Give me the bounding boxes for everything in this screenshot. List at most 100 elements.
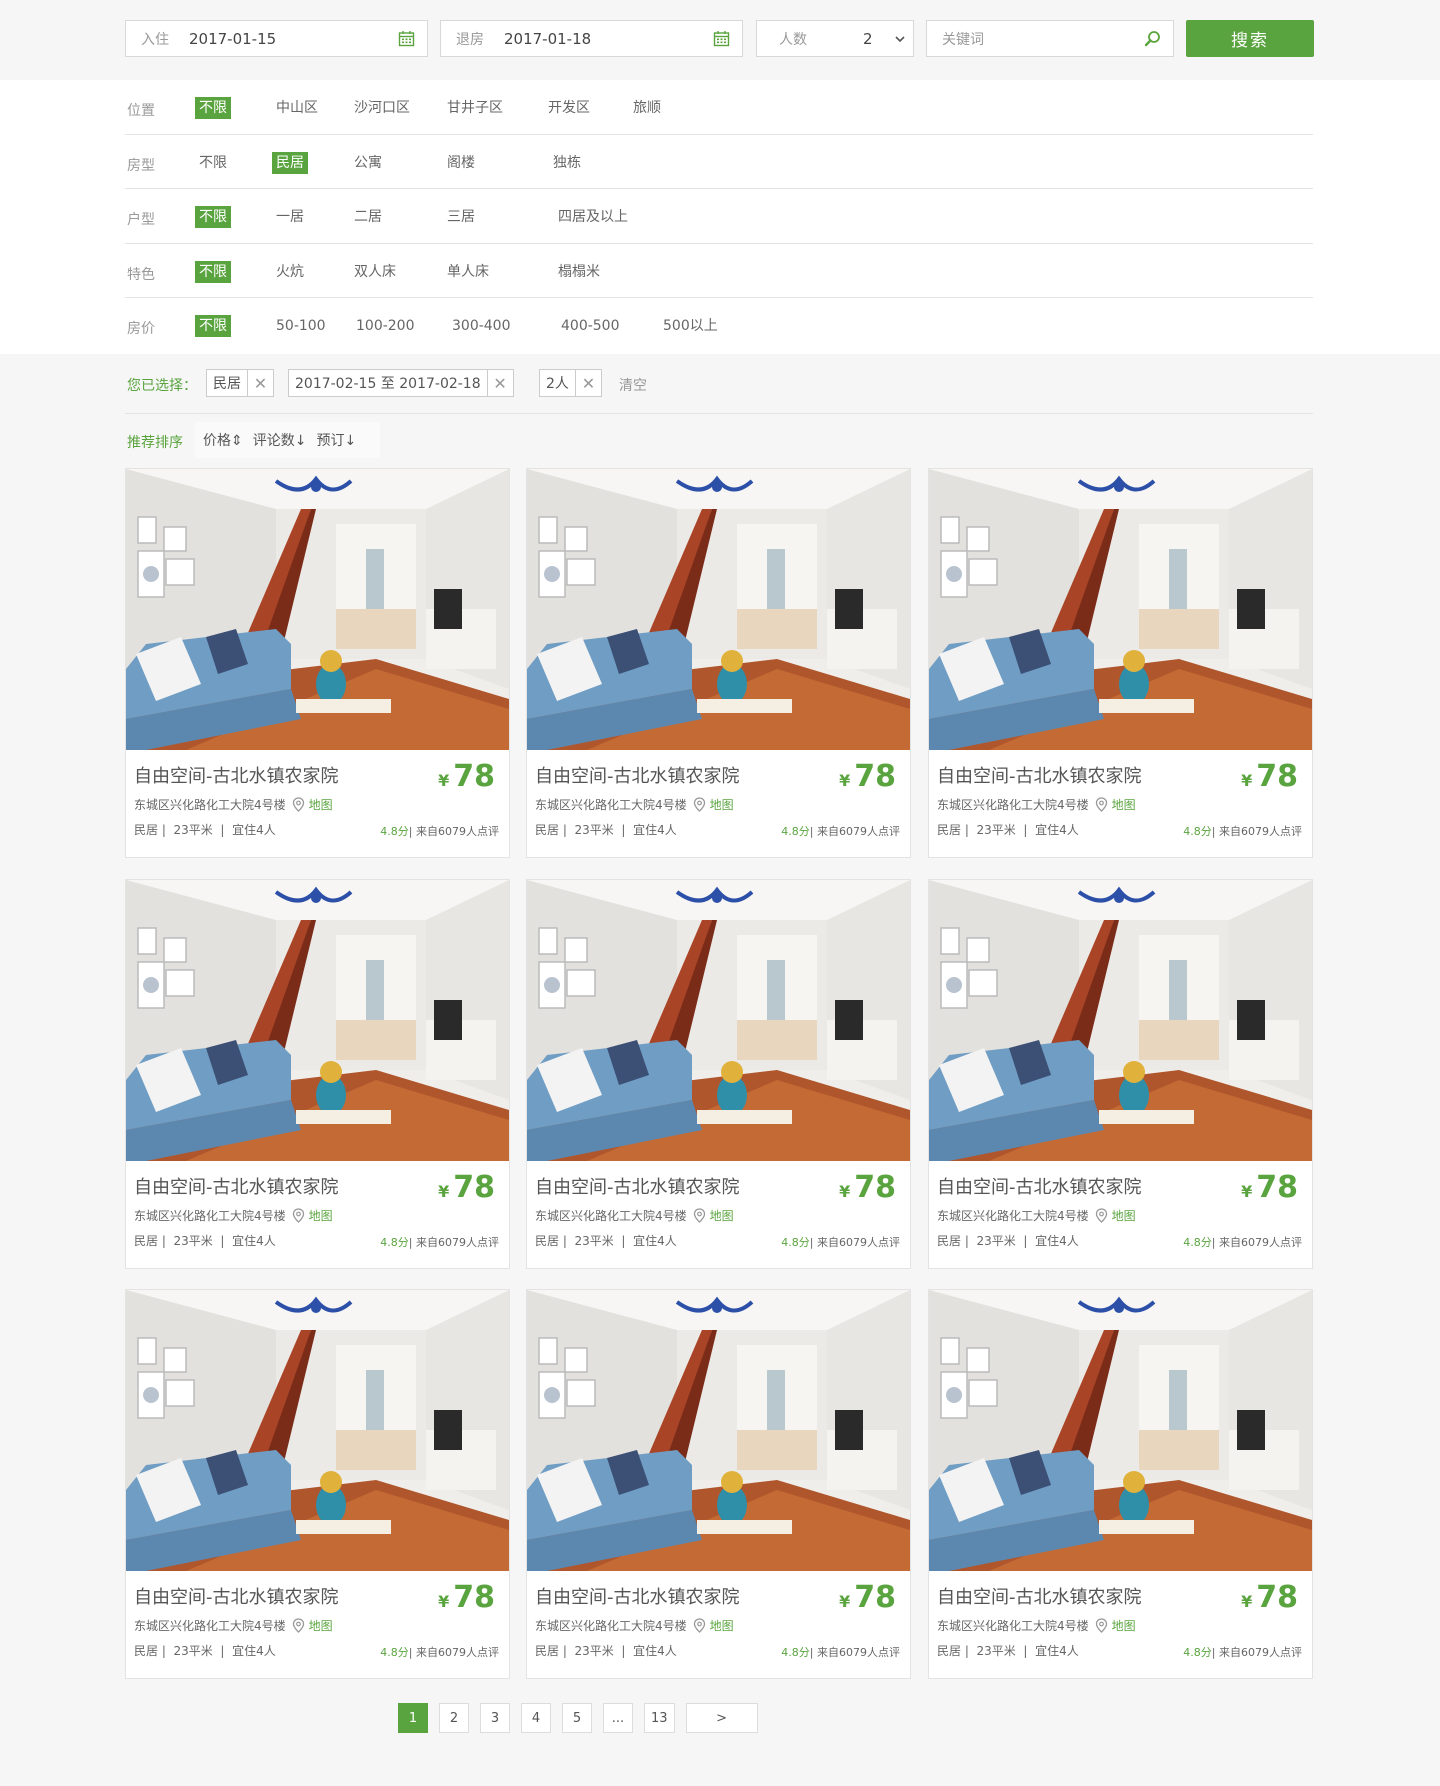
arrow-down-icon: ↓ (294, 433, 307, 449)
filter-option[interactable]: 阁楼 (443, 152, 479, 174)
sort-reviews[interactable]: 评论数↓ (253, 430, 307, 450)
listing-card[interactable]: 自由空间-古北水镇农家院 ¥78 东城区兴化路化工大院4号楼 地图 民居 | 23平米 … (928, 879, 1313, 1269)
filter-option[interactable]: 独栋 (549, 152, 585, 174)
filter-option[interactable]: 三居 (443, 206, 479, 228)
filter-option[interactable]: 火炕 (272, 261, 308, 283)
listing-card[interactable]: 自由空间-古北水镇农家院 ¥78 东城区兴化路化工大院4号楼 地图 民居 | 23平米 … (125, 1289, 510, 1679)
listing-photo[interactable] (126, 469, 509, 750)
filter-option[interactable]: 开发区 (544, 97, 594, 119)
filter-option[interactable]: 公寓 (350, 152, 386, 174)
listing-title[interactable]: 自由空间-古北水镇农家院 (937, 1583, 1142, 1609)
filter-option[interactable]: 50-100 (272, 315, 330, 337)
listing-rating: 4.8分| 来自6079人点评 (781, 1646, 900, 1659)
listing-title[interactable]: 自由空间-古北水镇农家院 (134, 1173, 339, 1199)
listing-title[interactable]: 自由空间-古北水镇农家院 (535, 1583, 740, 1609)
map-link[interactable]: 地图 (1112, 1207, 1136, 1224)
filter-option[interactable]: 中山区 (272, 97, 322, 119)
map-link[interactable]: 地图 (710, 1617, 734, 1634)
clear-filters-link[interactable]: 清空 (619, 375, 647, 395)
filter-option[interactable]: 双人床 (350, 261, 400, 283)
meta-area: 23平米 (173, 1644, 213, 1658)
filter-option[interactable]: 民居 (272, 151, 308, 174)
map-link[interactable]: 地图 (309, 796, 333, 813)
map-link[interactable]: 地图 (309, 1207, 333, 1224)
filter-option[interactable]: 400-500 (557, 315, 624, 337)
checkin-field[interactable]: 入住 2017-01-15 (125, 20, 428, 57)
sort-booking[interactable]: 预订↓ (316, 430, 356, 450)
listing-photo[interactable] (126, 880, 509, 1161)
filter-option[interactable]: 旅顺 (629, 97, 665, 119)
listing-card[interactable]: 自由空间-古北水镇农家院 ¥78 东城区兴化路化工大院4号楼 地图 民居 | 23平米 … (928, 468, 1313, 858)
listing-photo[interactable] (527, 1290, 910, 1571)
listing-photo[interactable] (929, 469, 1312, 750)
filter-option[interactable]: 100-200 (352, 315, 419, 337)
calendar-icon[interactable] (713, 30, 730, 47)
filter-option[interactable]: 不限 (195, 206, 231, 228)
filter-option[interactable]: 不限 (195, 97, 231, 119)
listing-photo[interactable] (929, 1290, 1312, 1571)
filter-option[interactable]: 甘井子区 (443, 97, 507, 119)
listing-card[interactable]: 自由空间-古北水镇农家院 ¥78 东城区兴化路化工大院4号楼 地图 民居 | 23平米 … (928, 1289, 1313, 1679)
close-icon[interactable]: ✕ (574, 370, 601, 396)
currency-symbol: ¥ (438, 1592, 450, 1611)
page-button[interactable]: 3 (480, 1703, 510, 1733)
selected-tag-dates[interactable]: 2017-02-15 至 2017-02-18 ✕ (288, 369, 514, 397)
filter-option[interactable]: 不限 (195, 260, 231, 283)
listing-title[interactable]: 自由空间-古北水镇农家院 (937, 1173, 1142, 1199)
guests-select[interactable]: 人数 2 (756, 20, 914, 57)
filter-option[interactable]: 单人床 (443, 261, 493, 283)
listing-photo[interactable] (929, 880, 1312, 1161)
page-button[interactable]: 4 (521, 1703, 551, 1733)
search-button[interactable]: 搜索 (1186, 20, 1314, 57)
listing-card[interactable]: 自由空间-古北水镇农家院 ¥78 东城区兴化路化工大院4号楼 地图 民居 | 23平米 … (526, 468, 911, 858)
filter-option[interactable]: 一居 (272, 206, 308, 228)
map-link[interactable]: 地图 (710, 1207, 734, 1224)
sort-recommended[interactable]: 推荐排序 (127, 432, 183, 452)
listing-title[interactable]: 自由空间-古北水镇农家院 (535, 1173, 740, 1199)
page-button[interactable]: ... (603, 1703, 633, 1733)
listing-title[interactable]: 自由空间-古北水镇农家院 (937, 762, 1142, 788)
listing-address: 东城区兴化路化工大院4号楼 地图 (535, 1617, 734, 1634)
map-link[interactable]: 地图 (309, 1617, 333, 1634)
calendar-icon[interactable] (398, 30, 415, 47)
listing-title[interactable]: 自由空间-古北水镇农家院 (134, 1583, 339, 1609)
page-button[interactable]: 2 (439, 1703, 469, 1733)
filter-option[interactable]: 榻榻米 (554, 261, 604, 283)
close-icon[interactable]: ✕ (247, 370, 273, 396)
filter-option[interactable]: 300-400 (448, 315, 515, 337)
filter-option[interactable]: 不限 (195, 152, 231, 174)
map-link[interactable]: 地图 (710, 796, 734, 813)
listing-card[interactable]: 自由空间-古北水镇农家院 ¥78 东城区兴化路化工大院4号楼 地图 民居 | 23平米 … (125, 468, 510, 858)
selected-tag-guests[interactable]: 2人 ✕ (539, 369, 602, 397)
meta-area: 23平米 (173, 823, 213, 837)
sort-price[interactable]: 价格⇕ (203, 430, 243, 450)
keyword-input[interactable]: 关键词 (926, 20, 1174, 57)
page-button[interactable]: 5 (562, 1703, 592, 1733)
listing-price: ¥78 (1241, 1170, 1298, 1205)
listing-card[interactable]: 自由空间-古北水镇农家院 ¥78 东城区兴化路化工大院4号楼 地图 民居 | 23平米 … (526, 1289, 911, 1679)
listing-title[interactable]: 自由空间-古北水镇农家院 (134, 762, 339, 788)
map-link[interactable]: 地图 (1112, 1617, 1136, 1634)
page-button[interactable]: 13 (644, 1703, 675, 1733)
selected-tag-type[interactable]: 民居 ✕ (206, 369, 274, 397)
listing-photo[interactable] (527, 880, 910, 1161)
map-link[interactable]: 地图 (1112, 796, 1136, 813)
listing-title[interactable]: 自由空间-古北水镇农家院 (535, 762, 740, 788)
listing-card[interactable]: 自由空间-古北水镇农家院 ¥78 东城区兴化路化工大院4号楼 地图 民居 | 23平米 … (526, 879, 911, 1269)
currency-symbol: ¥ (1241, 1182, 1253, 1201)
location-pin-icon (1095, 1208, 1107, 1223)
listing-card[interactable]: 自由空间-古北水镇农家院 ¥78 东城区兴化路化工大院4号楼 地图 民居 | 23平米 … (125, 879, 510, 1269)
filter-option[interactable]: 四居及以上 (554, 206, 632, 228)
checkout-field[interactable]: 退房 2017-01-18 (440, 20, 743, 57)
listing-photo[interactable] (126, 1290, 509, 1571)
filter-option[interactable]: 沙河口区 (350, 97, 414, 119)
page-button[interactable]: 1 (398, 1703, 428, 1733)
listing-photo[interactable] (527, 469, 910, 750)
location-pin-icon (1095, 797, 1107, 812)
filter-option[interactable]: 500以上 (659, 315, 722, 337)
next-page-button[interactable]: > (685, 1703, 758, 1733)
search-icon[interactable] (1144, 30, 1161, 47)
close-icon[interactable]: ✕ (486, 370, 513, 396)
filter-option[interactable]: 二居 (350, 206, 386, 228)
filter-option[interactable]: 不限 (195, 315, 231, 337)
